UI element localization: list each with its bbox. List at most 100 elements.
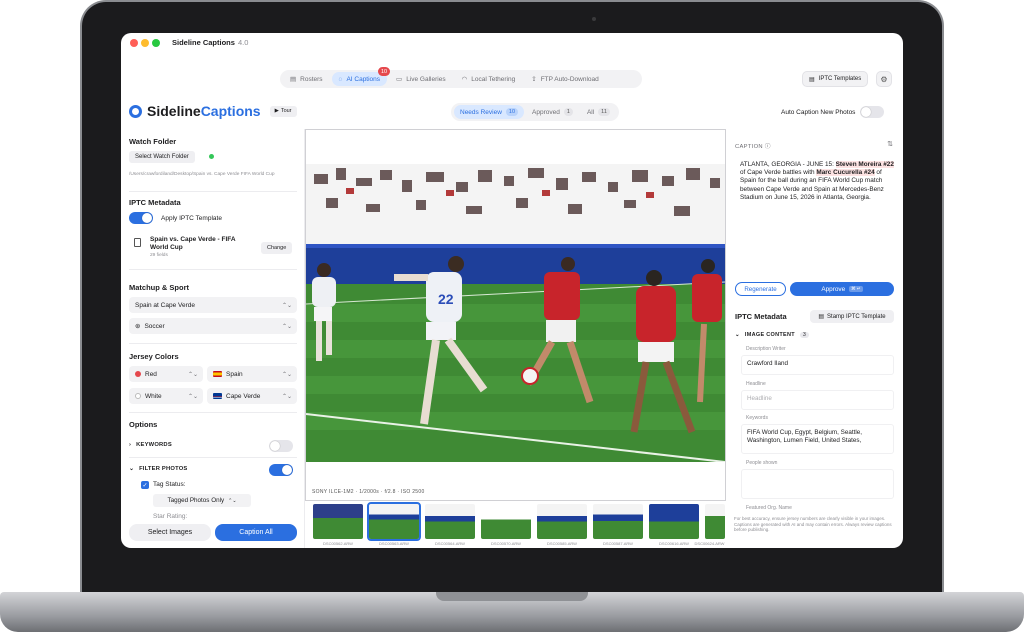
app-version: 4.0 [237, 38, 249, 47]
apply-iptc-toggle[interactable] [129, 212, 153, 224]
home-team-select[interactable]: Spain ⌃⌄ [207, 366, 297, 382]
chevron-updown-icon: ⌃⌄ [281, 302, 292, 309]
play-icon: ▶ [274, 108, 279, 114]
sport-select[interactable]: ⊛ Soccer ⌃⌄ [129, 318, 297, 334]
tour-button[interactable]: ▶ Tour [269, 105, 297, 117]
accuracy-note: For best accuracy, ensure jersey numbers… [734, 516, 892, 532]
people-shown-field[interactable] [741, 469, 894, 499]
chevron-updown-icon: ⌃⌄ [187, 393, 198, 400]
thumb-filename: DSC00562.ARW [323, 541, 353, 546]
tab-local-tethering[interactable]: ◠ Local Tethering [455, 72, 523, 86]
matchup-select[interactable]: Spain at Cape Verde ⌃⌄ [129, 297, 297, 313]
upload-icon: ⇪ [531, 76, 537, 83]
divider [129, 269, 297, 270]
tab-ai-captions[interactable]: ◌ AI Captions 10 [331, 67, 391, 86]
filmstrip-thumb[interactable] [705, 504, 725, 539]
template-name: Spain vs. Cape Verde - FIFA World Cup [150, 236, 236, 251]
caption-text[interactable]: ATLANTA, GEORGIA - JUNE 15: Steven Morei… [740, 161, 895, 202]
stamp-icon: ▤ [818, 314, 825, 320]
soccer-photo: 22 [306, 164, 725, 462]
clipboard-icon: ▤ [290, 76, 297, 83]
chevron-down-icon: ⌄ [735, 332, 740, 338]
star-rating-label: Star Rating: [153, 513, 188, 520]
chevron-down-icon: ⌄ [129, 466, 135, 472]
matchup-sport-title: Matchup & Sport [129, 283, 189, 292]
chevron-updown-icon: ⌃⌄ [281, 371, 292, 378]
filmstrip-thumb-selected[interactable] [367, 502, 421, 541]
right-panel: CAPTION ⓘ ⇅ ATLANTA, GEORGIA - JUNE 15: … [726, 129, 903, 548]
thumb-filename: DSC00564.ARW [435, 541, 465, 546]
filmstrip-thumb[interactable] [649, 504, 699, 539]
shortcut-hint: ⌘ ↵ [849, 286, 863, 292]
watch-status-dot [209, 154, 214, 159]
bottom-actions: Select Images Caption All [129, 524, 297, 541]
keywords-option[interactable]: › KEYWORDS [129, 442, 172, 448]
apply-iptc-label: Apply IPTC Template [161, 215, 222, 222]
app-window: Sideline Captions 4.0 ▤ Rosters ◌ AI Captio… [121, 33, 903, 548]
featured-org-label: Featured Org. Name [746, 505, 792, 511]
change-template-button[interactable]: Change [261, 242, 293, 254]
checkmark-icon: ✓ [142, 482, 148, 489]
soccer-ball-icon: ⊛ [135, 323, 141, 330]
tab-ftp-auto-download[interactable]: ⇪ FTP Auto-Download [524, 72, 606, 86]
main-nav: ▤ Rosters ◌ AI Captions 10 ▭ Live Galleries … [280, 67, 642, 88]
settings-button[interactable]: ⚙ [876, 71, 892, 87]
auto-caption-toggle[interactable] [860, 106, 885, 118]
filmstrip-thumb[interactable] [593, 504, 643, 539]
tab-live-galleries[interactable]: ▭ Live Galleries [389, 72, 453, 86]
away-jersey-color-select[interactable]: White ⌃⌄ [129, 388, 203, 404]
zoom-window-button[interactable] [152, 39, 160, 47]
filmstrip-thumb[interactable] [537, 504, 587, 539]
tab-approved[interactable]: Approved 1 [526, 105, 579, 119]
keywords-toggle[interactable] [269, 440, 293, 452]
chat-icon: ◌ [338, 75, 343, 83]
monitor-icon: ▭ [396, 76, 403, 83]
thumb-filename: DSC00585.ARW [547, 541, 577, 546]
swap-icon[interactable]: ⇅ [887, 140, 893, 148]
white-swatch [135, 393, 141, 399]
filter-photos-toggle[interactable] [269, 464, 293, 476]
camera-dot [592, 17, 596, 21]
keywords-field[interactable]: FIFA World Cup, Egypt, Belgium, Seattle,… [741, 424, 894, 454]
headline-field[interactable]: Headline [741, 390, 894, 410]
caption-all-button[interactable]: Caption All [215, 524, 297, 541]
approve-button[interactable]: Approve ⌘ ↵ [790, 282, 894, 296]
watch-folder-path: /Users/crawfordiland/Desktop/Spain vs. C… [129, 172, 275, 177]
svg-text:22: 22 [438, 291, 454, 307]
select-watch-folder-button[interactable]: Select Watch Folder [129, 151, 195, 163]
divider [129, 412, 297, 413]
laptop-notch [436, 592, 588, 601]
tab-needs-review[interactable]: Needs Review 10 [454, 105, 525, 119]
highlighted-player: Steven Moreira #22 [835, 161, 894, 168]
minimize-window-button[interactable] [141, 39, 149, 47]
gear-icon: ⚙ [880, 74, 888, 84]
close-window-button[interactable] [130, 39, 138, 47]
image-content-section[interactable]: ⌄ IMAGE CONTENT 3 [735, 332, 810, 338]
description-writer-field[interactable]: Crawford Iland [741, 355, 894, 375]
tag-status-checkbox[interactable]: ✓ [141, 481, 149, 489]
thumb-filename: DSC00563.ARW [379, 541, 409, 546]
divider [129, 457, 297, 458]
chevron-updown-icon: ⌃⌄ [281, 393, 292, 400]
logo-icon [129, 104, 142, 118]
away-team-select[interactable]: Cape Verde ⌃⌄ [207, 388, 297, 404]
wifi-icon: ◠ [461, 76, 468, 83]
chevron-updown-icon: ⌃⌄ [281, 323, 292, 330]
info-icon: ⓘ [764, 144, 771, 150]
review-filter-tabs: Needs Review 10 Approved 1 All 11 [451, 103, 619, 121]
home-jersey-color-select[interactable]: Red ⌃⌄ [129, 366, 203, 382]
tag-status-select[interactable]: Tagged Photos Only ⌃⌄ [153, 494, 251, 507]
filmstrip-thumb[interactable] [313, 504, 363, 539]
filter-photos-option[interactable]: ⌄ FILTER PHOTOS [129, 466, 188, 472]
stamp-iptc-template-button[interactable]: ▤ Stamp IPTC Template [810, 310, 894, 323]
filmstrip-thumb[interactable] [425, 504, 475, 539]
tab-rosters[interactable]: ▤ Rosters [283, 72, 330, 86]
description-writer-label: Description Writer [746, 346, 786, 352]
tab-all[interactable]: All 11 [581, 105, 616, 119]
filmstrip-thumb[interactable] [481, 504, 531, 539]
iptc-templates-button[interactable]: ▤ IPTC Templates [802, 71, 869, 87]
iptc-metadata-title: IPTC Metadata [735, 312, 787, 321]
select-images-button[interactable]: Select Images [129, 524, 211, 541]
regenerate-button[interactable]: Regenerate [735, 282, 786, 296]
caption-title: CAPTION ⓘ [735, 144, 771, 150]
